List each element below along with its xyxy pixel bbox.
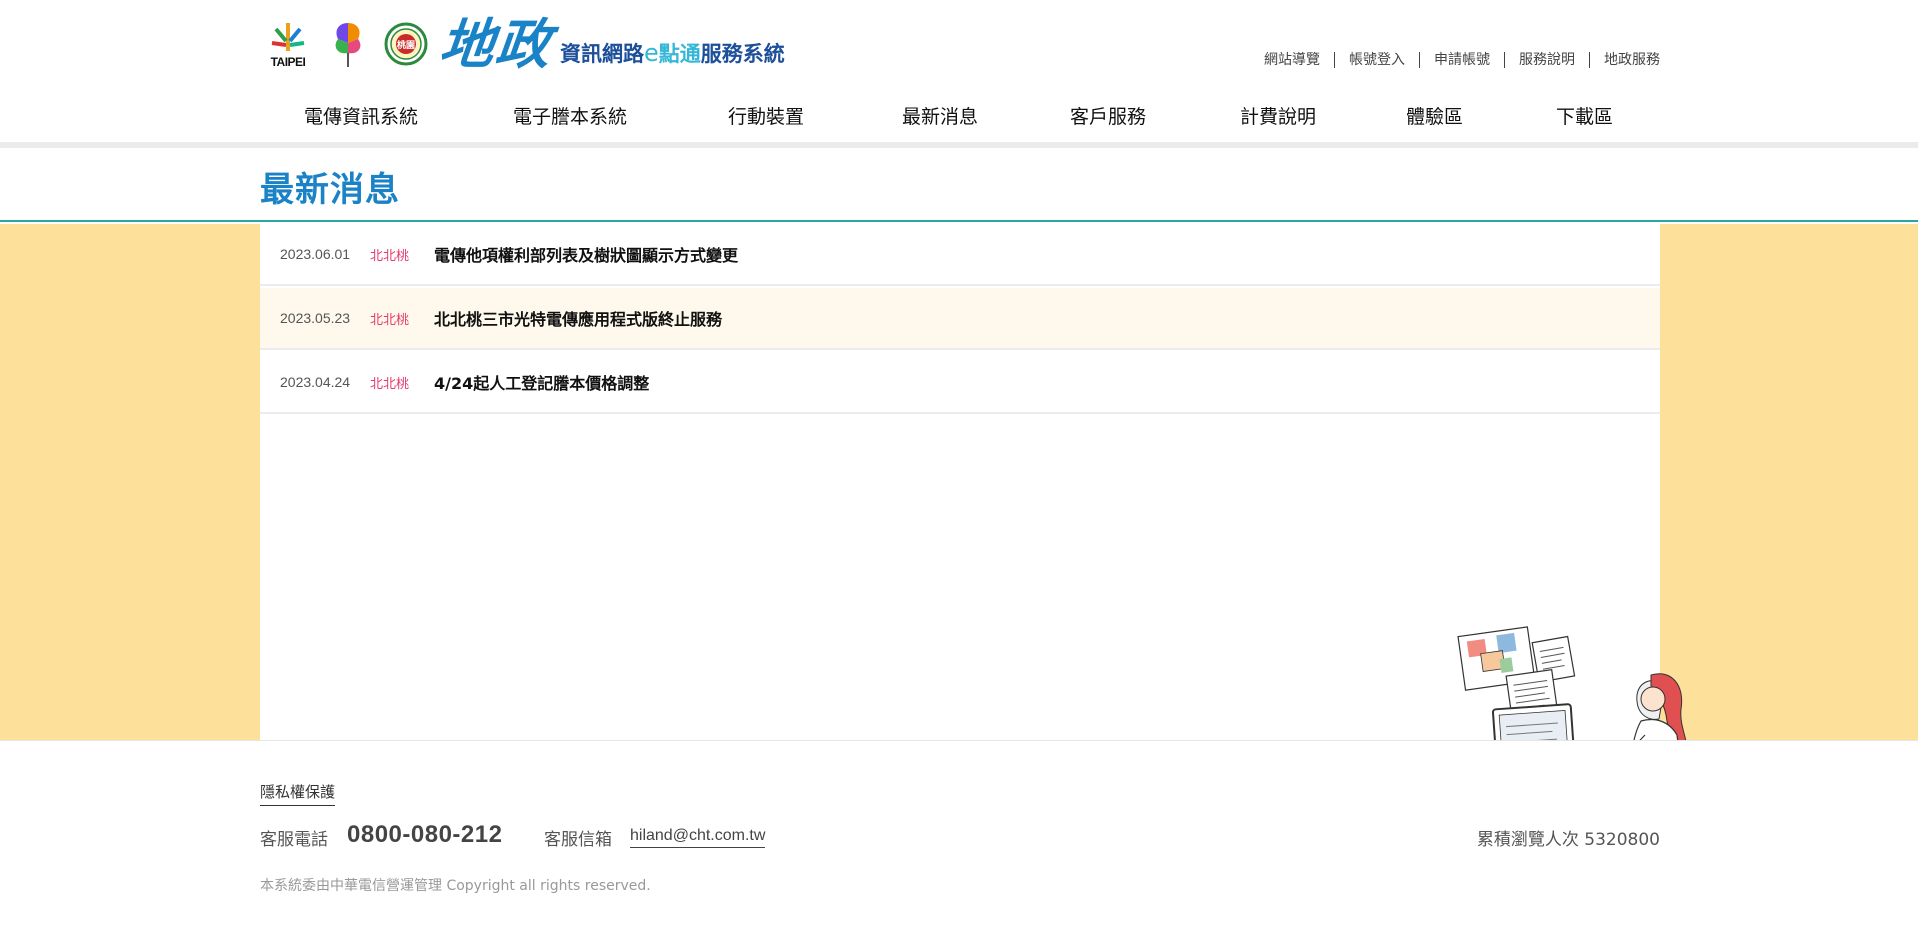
news-list: 2023.06.01 北北桃 電傳他項權利部列表及樹狀圖顯示方式變更 2023.… <box>260 224 1660 740</box>
news-date: 2023.06.01 <box>280 246 351 262</box>
brand-sub-part3: 服務系統 <box>700 42 785 66</box>
city-logos: TAIPEI 桃園 <box>266 14 428 74</box>
brand-subtitle: 資訊網路e點通服務系統 <box>560 38 785 68</box>
nav-telecom-info[interactable]: 電傳資訊系統 <box>304 102 418 129</box>
news-title[interactable]: 4/24起人工登記謄本價格調整 <box>434 370 649 394</box>
news-title[interactable]: 北北桃三市光特電傳應用程式版終止服務 <box>434 306 722 330</box>
brand-sub-e: e <box>644 39 659 67</box>
news-tag: 北北桃 <box>370 312 410 328</box>
nav-pricing[interactable]: 計費說明 <box>1240 102 1316 129</box>
news-tag: 北北桃 <box>370 248 410 264</box>
link-service-info[interactable]: 服務說明 <box>1504 52 1589 68</box>
copyright-text: 本系統委由中華電信營運管理 Copyright all rights reser… <box>260 878 651 894</box>
new-taipei-emblem-icon <box>335 23 361 67</box>
link-register[interactable]: 申請帳號 <box>1419 52 1504 68</box>
mail-label: 客服信箱 <box>544 830 612 850</box>
taoyuan-seal-icon: 桃園 <box>384 22 428 66</box>
top-utility-links: 網站導覽 帳號登入 申請帳號 服務說明 地政服務 <box>1250 52 1660 68</box>
news-tag: 北北桃 <box>370 376 410 392</box>
news-item[interactable]: 2023.05.23 北北桃 北北桃三市光特電傳應用程式版終止服務 <box>260 288 1660 350</box>
header-inner: TAIPEI 桃園 地政 資訊網路e點通服務系統 網站導覽 帳號登入 申請帳號 … <box>260 0 1660 142</box>
new-taipei-logo[interactable] <box>328 19 368 69</box>
taoyuan-logo[interactable]: 桃園 <box>384 22 428 66</box>
link-login[interactable]: 帳號登入 <box>1334 52 1419 68</box>
nav-mobile[interactable]: 行動裝置 <box>728 102 804 129</box>
nav-customer-service[interactable]: 客戶服務 <box>1070 102 1146 129</box>
link-land-service[interactable]: 地政服務 <box>1589 52 1660 68</box>
taipei-logo[interactable]: TAIPEI <box>266 19 310 69</box>
news-item[interactable]: 2023.06.01 北北桃 電傳他項權利部列表及樹狀圖顯示方式變更 <box>260 224 1660 286</box>
link-site-map[interactable]: 網站導覽 <box>1250 52 1334 68</box>
news-title[interactable]: 電傳他項權利部列表及樹狀圖顯示方式變更 <box>434 242 738 266</box>
news-date: 2023.05.23 <box>280 310 351 326</box>
nav-e-transcript[interactable]: 電子謄本系統 <box>513 102 627 129</box>
site-header: TAIPEI 桃園 地政 資訊網路e點通服務系統 網站導覽 帳號登入 申請帳號 … <box>0 0 1918 142</box>
taipei-logo-text: TAIPEI <box>270 55 306 69</box>
phone-number: 0800-080-212 <box>347 821 503 848</box>
taoyuan-logo-text: 桃園 <box>397 39 415 51</box>
site-footer: 隱私權保護 客服電話 0800-080-212 客服信箱 hiland@cht.… <box>0 740 1918 936</box>
news-date: 2023.04.24 <box>280 374 351 390</box>
brand-sub-part1: 資訊網路 <box>560 42 644 66</box>
title-band: 最新消息 <box>0 148 1918 222</box>
main-nav: 電傳資訊系統 電子謄本系統 行動裝置 最新消息 客戶服務 計費說明 體驗區 下載… <box>260 100 1660 132</box>
privacy-link[interactable]: 隱私權保護 <box>260 781 336 806</box>
brand-sub-part2: 點通 <box>658 42 701 66</box>
brand-title: 地政 <box>436 12 556 76</box>
nav-download[interactable]: 下載區 <box>1556 102 1613 129</box>
taipei-flower-icon <box>271 23 305 51</box>
phone-label: 客服電話 <box>260 830 328 850</box>
page-title: 最新消息 <box>260 170 400 210</box>
news-item[interactable]: 2023.04.24 北北桃 4/24起人工登記謄本價格調整 <box>260 352 1660 414</box>
footer-inner: 隱私權保護 客服電話 0800-080-212 客服信箱 hiland@cht.… <box>260 741 1660 936</box>
nav-trial[interactable]: 體驗區 <box>1406 102 1463 129</box>
nav-news[interactable]: 最新消息 <box>902 102 978 129</box>
brand-logo[interactable]: 地政 資訊網路e點通服務系統 <box>436 10 785 76</box>
mail-link[interactable]: hiland@cht.com.tw <box>630 827 766 848</box>
visit-counter: 累積瀏覽人次 5320800 <box>1476 830 1660 850</box>
